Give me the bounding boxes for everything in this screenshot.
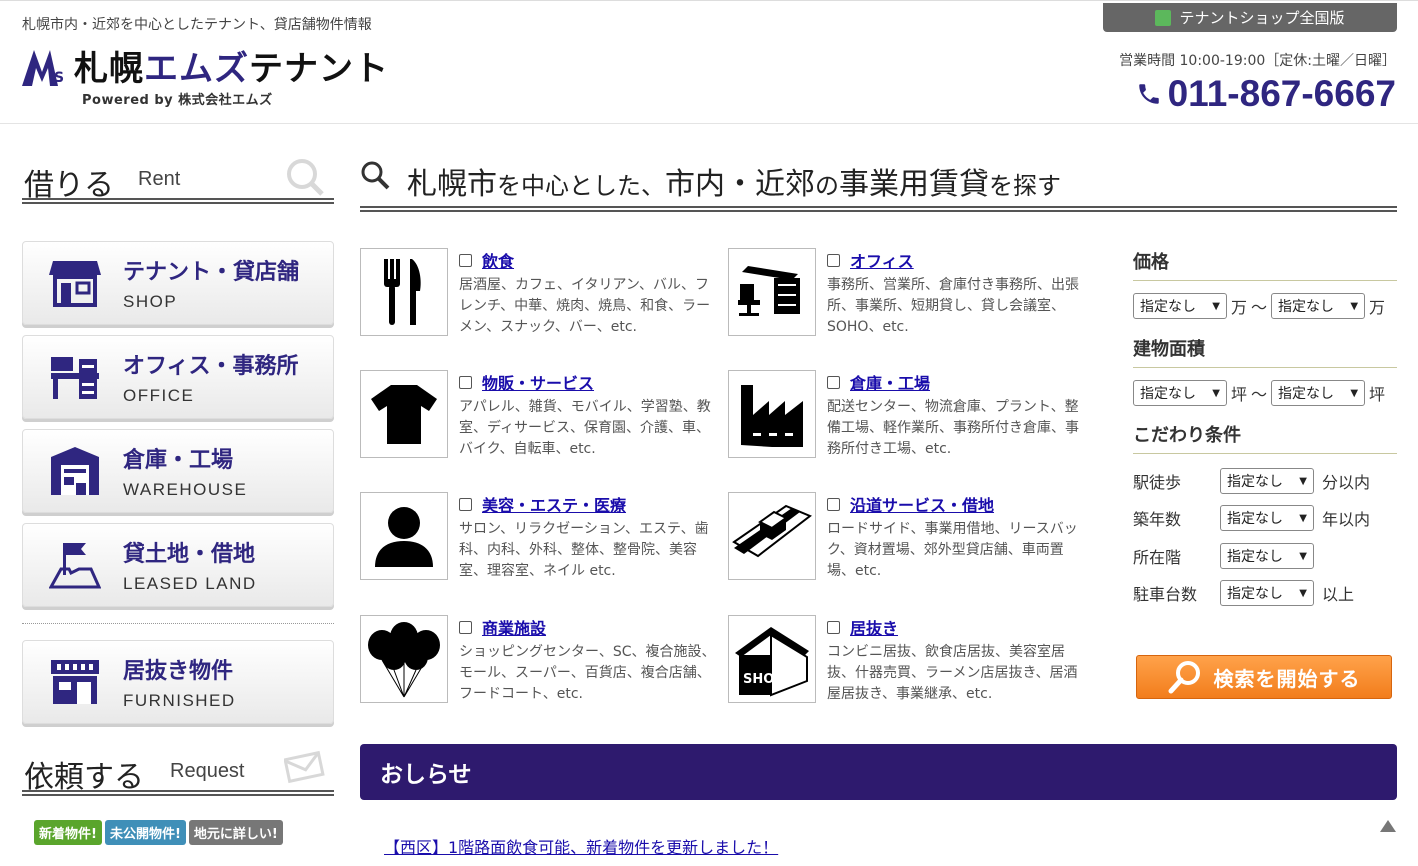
category-retail: 物販・サービス アパレル、雑貨、モバイル、学習塾、教室、ディサービス、保育園、介… — [360, 370, 720, 458]
nationwide-shop-link[interactable]: テナントショップ全国版 — [1103, 3, 1397, 32]
food-link[interactable]: 飲食 — [482, 248, 514, 272]
commercial-link[interactable]: 商業施設 — [482, 615, 546, 639]
triangle-up-icon — [1380, 820, 1396, 832]
condition-age: 築年数 指定なし ▼ 年以内 — [1133, 505, 1370, 531]
category-food: 飲食 居酒屋、カフェ、イタリアン、バル、フレンチ、中華、焼肉、焼鳥、和食、ラーメ… — [360, 248, 720, 336]
person-icon[interactable] — [360, 492, 448, 580]
badge-new: 新着物件! — [34, 820, 102, 845]
roadside-checkbox[interactable] — [827, 497, 840, 511]
category-commercial: 商業施設 ショッピングセンター、SC、複合施設、モール、スーパー、百貨店、複合店… — [360, 615, 720, 703]
magnifier-deco-icon — [287, 159, 324, 196]
fork-knife-icon[interactable] — [360, 248, 448, 336]
area-filter: 建物面積 指定なし ▼ 坪〜 指定なし ▼ 坪 — [1133, 335, 1397, 406]
sidebar-land-button[interactable]: 貸土地・借地 LEASED LAND — [22, 523, 334, 607]
feature-badges: 新着物件! 未公開物件! 地元に詳しい! — [34, 820, 283, 845]
request-heading: 依頼する Request — [22, 744, 334, 796]
chevron-down-icon: ▼ — [1212, 387, 1220, 399]
category-furnished: SHOP 居抜き コンビニ居抜、飲食店居抜、美容室居抜、什器売買、ラーメン店居抜… — [728, 615, 1088, 703]
warehouse-link[interactable]: 倉庫・工場 — [850, 370, 930, 394]
price-max-select[interactable]: 指定なし ▼ — [1271, 293, 1366, 319]
price-filter: 価格 指定なし ▼ 万〜 指定なし ▼ 万 — [1133, 248, 1397, 319]
svg-text:SHOP: SHOP — [743, 672, 784, 687]
beauty-checkbox[interactable] — [459, 497, 472, 511]
chevron-down-icon: ▼ — [1299, 550, 1307, 562]
site-header: 札幌市内・近郊を中心としたテナント、貸店舗物件情報 S 札幌エムズテナント Po… — [0, 0, 1418, 124]
scroll-to-top-button[interactable] — [1378, 820, 1398, 866]
shop-icon — [45, 253, 105, 313]
commercial-checkbox[interactable] — [459, 620, 472, 634]
sidebar-furnished-button[interactable]: 居抜き物件 FURNISHED — [22, 640, 334, 724]
conditions-heading: こだわり条件 — [1133, 421, 1397, 454]
category-roadside: 沿道サービス・借地 ロードサイド、事業用借地、リースバック、資材置場、郊外型貸店… — [728, 492, 1088, 580]
site-logo[interactable]: S 札幌エムズテナント — [22, 41, 389, 90]
envelope-deco-icon — [284, 750, 325, 784]
condition-walk: 駅徒歩 指定なし ▼ 分以内 — [1133, 468, 1370, 494]
chevron-down-icon: ▼ — [1299, 475, 1307, 487]
powered-by: Powered by 株式会社エムズ — [82, 93, 273, 108]
news-item-link[interactable]: 【西区】1階路面飲食可能、新着物件を更新しました！ — [384, 834, 778, 858]
balloons-icon[interactable] — [360, 615, 448, 703]
office-desk-icon[interactable] — [728, 248, 816, 336]
sidebar-divider — [22, 623, 334, 624]
category-warehouse: 倉庫・工場 配送センター、物流倉庫、プラント、整備工場、軽作業所、事務所付き倉庫… — [728, 370, 1088, 458]
roadside-link[interactable]: 沿道サービス・借地 — [850, 492, 994, 516]
beauty-link[interactable]: 美容・エステ・医療 — [482, 492, 626, 516]
floor-select[interactable]: 指定なし ▼ — [1220, 543, 1314, 569]
office-icon — [45, 347, 105, 407]
roadside-icon[interactable] — [728, 492, 816, 580]
warehouse-icon — [45, 441, 105, 501]
chevron-down-icon: ▼ — [1212, 300, 1220, 312]
ms-logo-icon: S — [22, 49, 64, 86]
search-icon — [1168, 661, 1200, 694]
building-age-select[interactable]: 指定なし ▼ — [1220, 505, 1314, 531]
chevron-down-icon: ▼ — [1299, 587, 1307, 599]
sidebar-warehouse-button[interactable]: 倉庫・工場 WAREHOUSE — [22, 429, 334, 513]
food-checkbox[interactable] — [459, 253, 472, 267]
sidebar-office-button[interactable]: オフィス・事務所 OFFICE — [22, 335, 334, 419]
shop-house-icon[interactable]: SHOP — [728, 615, 816, 703]
factory-icon[interactable] — [728, 370, 816, 458]
search-icon — [361, 161, 390, 190]
svg-text:S: S — [54, 70, 64, 86]
category-office: オフィス 事務所、営業所、倉庫付き事務所、出張所、事業所、短期貸し、貸し会議室、… — [728, 248, 1088, 336]
chevron-down-icon: ▼ — [1299, 512, 1307, 524]
category-beauty-medical: 美容・エステ・医療 サロン、リラクゼーション、エステ、歯科、内科、外科、整体、整… — [360, 492, 720, 580]
business-hours: 営業時間 10:00-19:00［定休:土曜／日曜］ — [1119, 53, 1396, 69]
phone-icon — [1138, 84, 1159, 104]
condition-floor: 所在階 指定なし ▼ — [1133, 543, 1314, 569]
tshirt-icon[interactable] — [360, 370, 448, 458]
condition-parking: 駐車台数 指定なし ▼ 以上 — [1133, 580, 1354, 606]
search-heading: 札幌市を中心とした、市内・近郊の事業用賃貸を探す — [360, 152, 1397, 212]
start-search-button[interactable]: 検索を開始する — [1136, 655, 1392, 699]
retail-link[interactable]: 物販・サービス — [482, 370, 594, 394]
site-tagline: 札幌市内・近郊を中心としたテナント、貸店舗物件情報 — [22, 17, 372, 33]
office-link[interactable]: オフィス — [850, 248, 914, 272]
office-checkbox[interactable] — [827, 253, 840, 267]
walk-minutes-select[interactable]: 指定なし ▼ — [1220, 468, 1314, 494]
cube-icon — [1155, 9, 1172, 26]
land-flag-icon — [45, 535, 105, 595]
rent-heading: 借りる Rent — [22, 152, 334, 204]
chevron-down-icon: ▼ — [1350, 387, 1359, 399]
chevron-down-icon: ▼ — [1350, 300, 1359, 312]
badge-unlisted: 未公開物件! — [104, 820, 186, 845]
warehouse-checkbox[interactable] — [827, 375, 840, 389]
page-title: 札幌市を中心とした、市内・近郊の事業用賃貸を探す — [407, 167, 1061, 202]
furnished-checkbox[interactable] — [827, 620, 840, 634]
parking-select[interactable]: 指定なし ▼ — [1220, 580, 1314, 606]
furnished-link[interactable]: 居抜き — [850, 615, 898, 639]
news-heading: おしらせ — [360, 744, 1397, 800]
area-min-select[interactable]: 指定なし ▼ — [1133, 380, 1227, 406]
furnished-shop-icon — [45, 652, 105, 712]
phone-number[interactable]: 011-867-6667 — [1136, 73, 1396, 115]
sidebar-shop-button[interactable]: テナント・貸店舗 SHOP — [22, 241, 334, 325]
retail-checkbox[interactable] — [459, 375, 472, 389]
area-max-select[interactable]: 指定なし ▼ — [1271, 380, 1366, 406]
badge-local: 地元に詳しい! — [188, 820, 283, 845]
price-min-select[interactable]: 指定なし ▼ — [1133, 293, 1227, 319]
logo-text: 札幌エムズテナント — [74, 49, 389, 89]
